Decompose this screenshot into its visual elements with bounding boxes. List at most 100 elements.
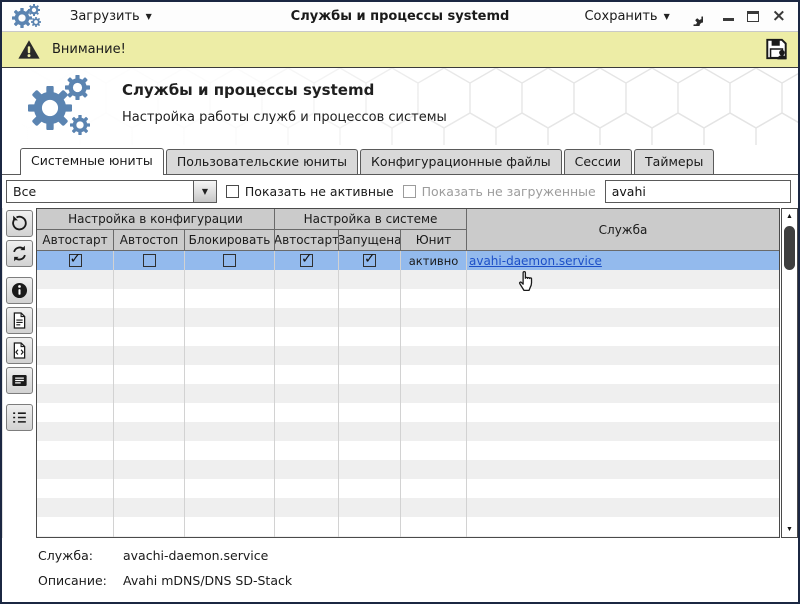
- list-view-icon: [12, 374, 27, 387]
- row-checkbox[interactable]: [300, 251, 313, 267]
- services-table: Настройка в конфигурации Настройка в сист…: [36, 208, 780, 538]
- save-menu-button[interactable]: Сохранить ▼: [584, 9, 669, 24]
- table-cell: [467, 479, 779, 498]
- service-cell: avahi-daemon.service: [467, 251, 779, 270]
- table-cell: [114, 536, 185, 537]
- table-cell: [185, 289, 275, 308]
- service-link[interactable]: avahi-daemon.service: [469, 254, 602, 268]
- table-cell: [401, 384, 467, 403]
- table-cell: [37, 517, 114, 536]
- table-cell: [114, 403, 185, 422]
- service-label: Служба:: [38, 548, 93, 563]
- table-cell: [275, 403, 339, 422]
- scrollbar-track[interactable]: [782, 224, 797, 522]
- table-cell: [114, 384, 185, 403]
- table-cell: [185, 403, 275, 422]
- row-checkbox[interactable]: [142, 254, 156, 267]
- refresh-icon: [13, 245, 26, 262]
- tab-4[interactable]: Таймеры: [634, 149, 715, 174]
- settings-gear-icon[interactable]: [684, 7, 703, 26]
- scrollbar-thumb[interactable]: [784, 226, 795, 270]
- tab-1[interactable]: Пользовательские юниты: [165, 149, 359, 174]
- save-file-button[interactable]: [762, 36, 790, 63]
- table-cell: [37, 403, 114, 422]
- table-cell: [401, 403, 467, 422]
- table-cell: [37, 270, 114, 289]
- scroll-down-button[interactable]: ▼: [782, 522, 797, 537]
- floppy-disk-icon: [765, 38, 787, 60]
- table-cell: [339, 289, 401, 308]
- table-cell: [37, 460, 114, 479]
- table-cell: [185, 327, 275, 346]
- table-cell: [185, 460, 275, 479]
- scroll-up-button[interactable]: ▲: [782, 209, 797, 224]
- code-file-button[interactable]: [6, 337, 33, 364]
- status-bar: Служба: avachi-daemon.service Описание: …: [2, 538, 798, 602]
- info-button[interactable]: [6, 277, 33, 304]
- row-checkbox[interactable]: [68, 251, 82, 267]
- search-input[interactable]: [604, 180, 791, 203]
- row-checkbox[interactable]: [223, 254, 236, 267]
- table-cell: [339, 441, 401, 460]
- show-inactive-checkbox-group[interactable]: Показать не активные: [225, 184, 394, 199]
- table-cell: [339, 346, 401, 365]
- category-dropdown[interactable]: Все ▼: [6, 180, 217, 203]
- table-row-empty: [37, 498, 779, 517]
- show-inactive-checkbox[interactable]: [225, 185, 239, 198]
- table-row-empty: [37, 460, 779, 479]
- table-cell: [275, 327, 339, 346]
- table-cell: [185, 308, 275, 327]
- table-cell: [467, 289, 779, 308]
- table-row[interactable]: активноavahi-daemon.service: [37, 251, 779, 270]
- tab-0[interactable]: Системные юниты: [20, 148, 164, 175]
- refresh-button[interactable]: [6, 240, 33, 267]
- page-subtitle: Настройка работы служб и процессов систе…: [122, 110, 447, 125]
- table-row-empty: [37, 289, 779, 308]
- table-cell: [401, 270, 467, 289]
- table-cell: [185, 498, 275, 517]
- table-cell: [275, 517, 339, 536]
- table-cell: [185, 346, 275, 365]
- table-cell: [467, 422, 779, 441]
- table-cell: [339, 479, 401, 498]
- history-button[interactable]: [6, 210, 33, 237]
- table-row-empty: [37, 270, 779, 289]
- load-menu-label: Загрузить: [70, 9, 140, 24]
- table-row-empty: [37, 308, 779, 327]
- history-icon: [12, 215, 27, 231]
- unit-state: активно: [401, 251, 467, 270]
- tab-2[interactable]: Конфигурационные файлы: [360, 149, 562, 174]
- close-button[interactable]: ×: [772, 8, 786, 25]
- maximize-button[interactable]: [746, 11, 759, 22]
- dropdown-arrow-icon[interactable]: ▼: [192, 181, 216, 202]
- table-cell: [275, 346, 339, 365]
- table-cell: [114, 289, 185, 308]
- minimize-button[interactable]: [722, 18, 734, 21]
- table-cell: [467, 346, 779, 365]
- checkbox-cell: [37, 251, 114, 270]
- row-checkbox[interactable]: [363, 251, 376, 267]
- show-unloaded-label: Показать не загруженные: [421, 184, 596, 199]
- load-menu-button[interactable]: Загрузить ▼: [70, 9, 152, 24]
- table-cell: [275, 289, 339, 308]
- bullet-list-button[interactable]: [6, 404, 33, 431]
- titlebar: Загрузить ▼ Службы и процессы systemd Со…: [2, 2, 798, 32]
- bullet-list-icon: [13, 412, 26, 423]
- table-row-empty: [37, 536, 779, 537]
- table-cell: [37, 289, 114, 308]
- vertical-scrollbar[interactable]: ▲ ▼: [781, 208, 798, 538]
- table-cell: [275, 365, 339, 384]
- list-view-button[interactable]: [6, 367, 33, 394]
- page-title: Службы и процессы systemd: [122, 81, 375, 99]
- table-cell: [339, 498, 401, 517]
- document-button[interactable]: [6, 307, 33, 334]
- table-cell: [401, 289, 467, 308]
- table-cell: [401, 460, 467, 479]
- column-header-5: Юнит: [401, 230, 467, 251]
- show-unloaded-checkbox-group: Показать не загруженные: [402, 184, 596, 199]
- column-header-2: Блокировать: [185, 230, 275, 251]
- table-cell: [275, 270, 339, 289]
- column-header-3: Автостарт: [275, 230, 339, 251]
- tab-3[interactable]: Сессии: [563, 149, 633, 174]
- table-cell: [275, 308, 339, 327]
